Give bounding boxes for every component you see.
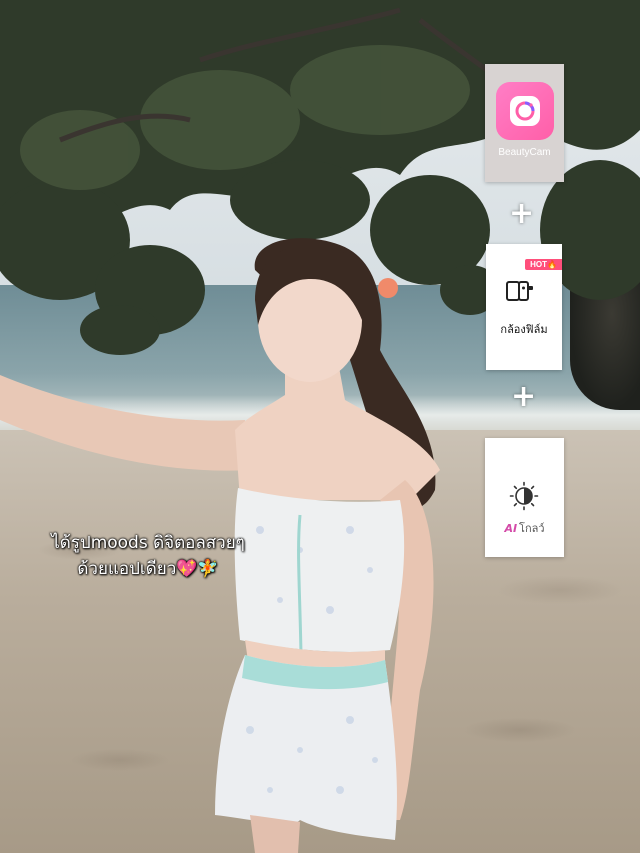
half-sun-glow-icon <box>509 481 539 511</box>
hot-badge: HOT🔥 <box>525 259 562 270</box>
caption-line-2: ด้วยแอปเดียว💖🧚 <box>77 559 219 579</box>
film-camera-card[interactable]: HOT🔥 กล้องฟิล์ม <box>486 244 562 370</box>
beautycam-app-card[interactable]: BeautyCam <box>485 64 564 182</box>
beautycam-logo-icon <box>496 82 554 140</box>
app-name-label: BeautyCam <box>498 147 551 158</box>
caption-line-1: ได้รูปmoods ดิจิตอลสวยๆ <box>51 533 245 553</box>
film-camera-icon <box>506 281 533 301</box>
film-camera-label: กล้องฟิล์ม <box>500 323 548 336</box>
caption-text: ได้รูปmoods ดิจิตอลสวยๆ ด้วยแอปเดียว💖🧚 <box>18 530 278 582</box>
glow-label: AI โกลว์ <box>485 519 564 537</box>
plus-sign-2: + <box>511 379 537 414</box>
plus-sign-1: + <box>509 196 535 231</box>
ai-tag: AI <box>504 522 518 535</box>
glow-label-text: โกลว์ <box>519 522 545 535</box>
camera-lens-icon <box>515 101 535 121</box>
ai-glow-card[interactable]: AI โกลว์ <box>485 438 564 557</box>
